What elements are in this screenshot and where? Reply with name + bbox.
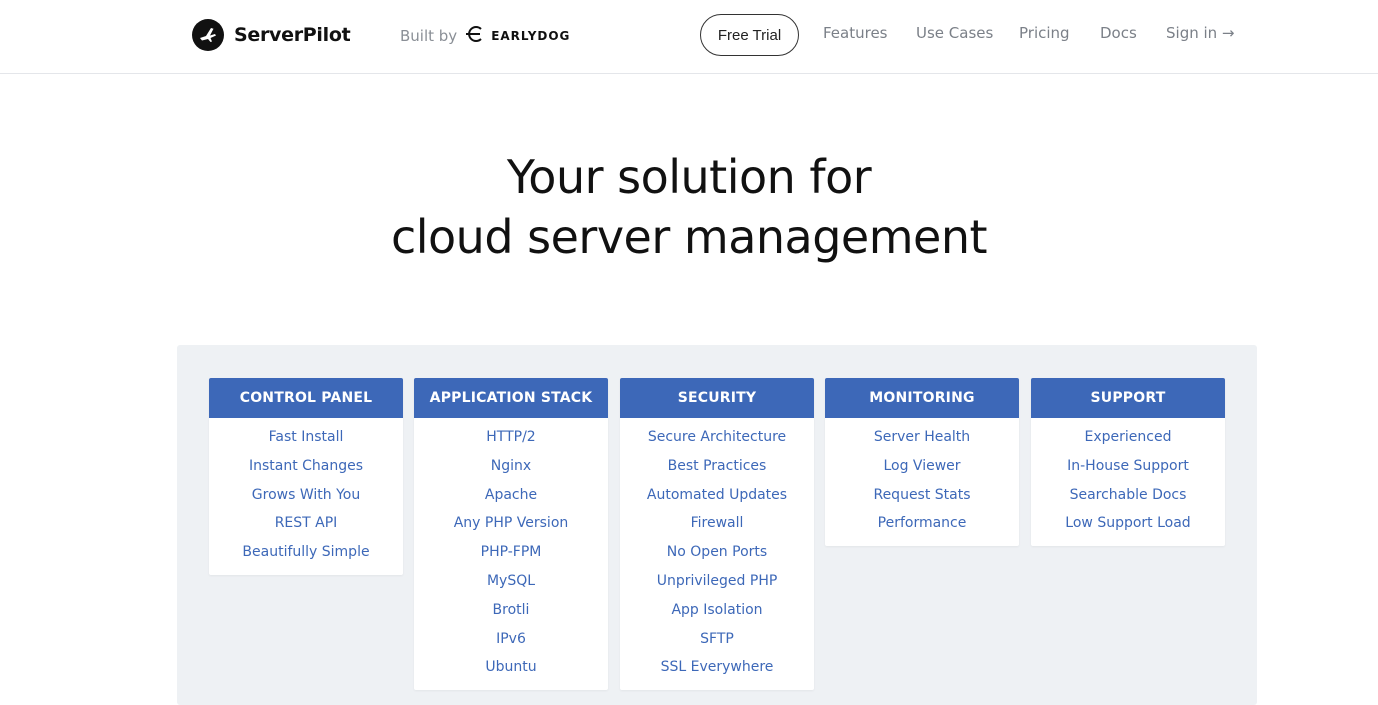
feature-link[interactable]: Instant Changes [209,454,403,483]
column-application-stack: APPLICATION STACK HTTP/2 Nginx Apache An… [414,378,608,691]
earlydog-logo[interactable]: EARLYDOG [465,25,570,47]
column-support: SUPPORT Experienced In-House Support Sea… [1031,378,1225,547]
column-list: Experienced In-House Support Searchable … [1031,418,1225,546]
column-control-panel: CONTROL PANEL Fast Install Instant Chang… [209,378,403,575]
column-security: SECURITY Secure Architecture Best Practi… [620,378,814,691]
airplane-icon [192,19,224,51]
logo-text: ServerPilot [234,24,351,46]
feature-link[interactable]: Ubuntu [414,655,608,684]
feature-link[interactable]: Secure Architecture [620,425,814,454]
column-header: SECURITY [620,378,814,418]
free-trial-button[interactable]: Free Trial [700,14,799,56]
feature-link[interactable]: IPv6 [414,627,608,656]
feature-link[interactable]: HTTP/2 [414,425,608,454]
column-header: MONITORING [825,378,1019,418]
feature-link[interactable]: SFTP [620,627,814,656]
feature-link[interactable]: Experienced [1031,425,1225,454]
column-list: Secure Architecture Best Practices Autom… [620,418,814,690]
feature-link[interactable]: Server Health [825,425,1019,454]
column-list: Server Health Log Viewer Request Stats P… [825,418,1019,546]
nav-use-cases[interactable]: Use Cases [916,24,993,46]
feature-link[interactable]: Searchable Docs [1031,483,1225,512]
hero-title-line2: cloud server management [390,210,988,264]
feature-link[interactable]: Automated Updates [620,483,814,512]
feature-link[interactable]: Any PHP Version [414,511,608,540]
feature-link[interactable]: In-House Support [1031,454,1225,483]
hero-title-line1: Your solution for [506,150,872,204]
earlydog-icon [465,25,485,47]
feature-link[interactable]: MySQL [414,569,608,598]
feature-link[interactable]: Brotli [414,598,608,627]
feature-link[interactable]: Apache [414,483,608,512]
column-header: SUPPORT [1031,378,1225,418]
feature-link[interactable]: App Isolation [620,598,814,627]
feature-link[interactable]: PHP-FPM [414,540,608,569]
feature-link[interactable]: SSL Everywhere [620,655,814,684]
feature-link[interactable]: REST API [209,511,403,540]
feature-link[interactable]: Log Viewer [825,454,1019,483]
feature-link[interactable]: Request Stats [825,483,1019,512]
site-header: ServerPilot Built by EARLYDOG Free Trial… [0,0,1378,74]
column-list: HTTP/2 Nginx Apache Any PHP Version PHP-… [414,418,608,690]
feature-link[interactable]: Low Support Load [1031,511,1225,540]
nav-pricing[interactable]: Pricing [1019,24,1070,46]
feature-link[interactable]: Firewall [620,511,814,540]
nav-sign-in[interactable]: Sign in → [1166,24,1235,46]
hero: Your solution for cloud server managemen… [0,148,1378,268]
column-list: Fast Install Instant Changes Grows With … [209,418,403,575]
serverpilot-logo[interactable]: ServerPilot [192,19,351,51]
column-monitoring: MONITORING Server Health Log Viewer Requ… [825,378,1019,547]
feature-link[interactable]: Best Practices [620,454,814,483]
built-by-label: Built by [400,27,458,45]
feature-link[interactable]: Performance [825,511,1019,540]
nav-features[interactable]: Features [823,24,888,46]
feature-link[interactable]: Nginx [414,454,608,483]
column-header: APPLICATION STACK [414,378,608,418]
nav-docs[interactable]: Docs [1100,24,1137,46]
feature-link[interactable]: Beautifully Simple [209,540,403,569]
feature-link[interactable]: Grows With You [209,483,403,512]
feature-link[interactable]: Fast Install [209,425,403,454]
column-header: CONTROL PANEL [209,378,403,418]
built-by: Built by EARLYDOG [400,24,570,48]
feature-link[interactable]: Unprivileged PHP [620,569,814,598]
earlydog-text: EARLYDOG [491,29,571,43]
feature-link[interactable]: No Open Ports [620,540,814,569]
